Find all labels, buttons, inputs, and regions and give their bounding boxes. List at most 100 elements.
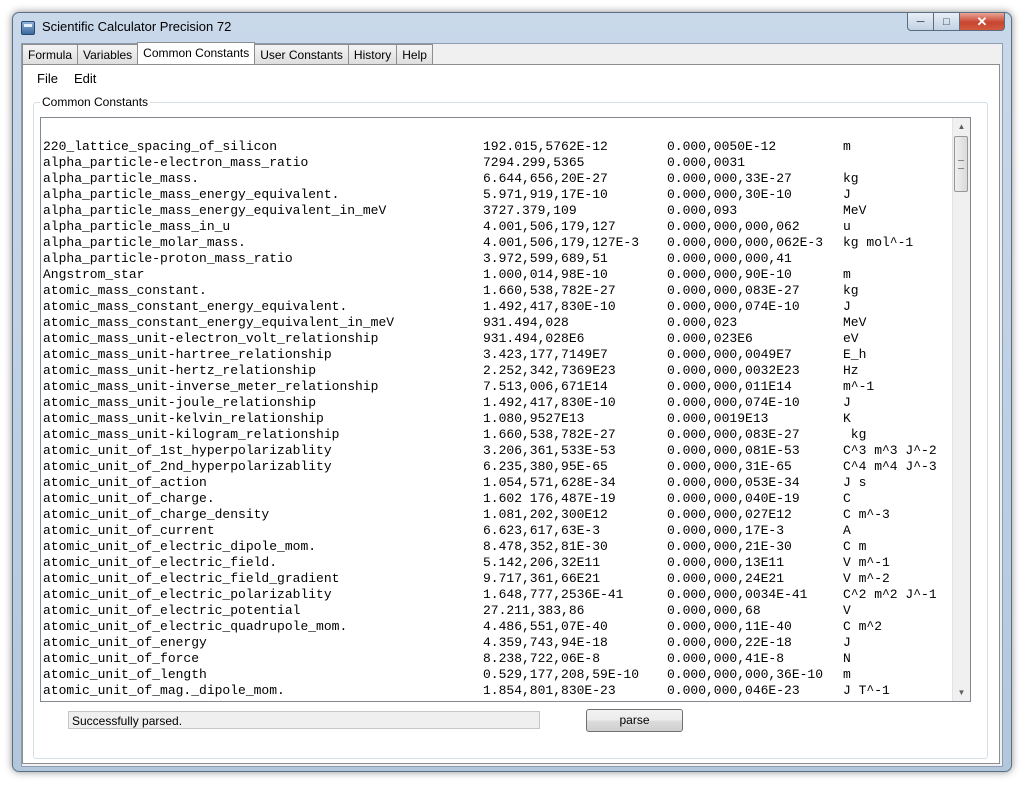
constant-value: 3.972,599,689,51 [483,251,608,266]
constant-uncertainty: 0.000,000,21E-30 [667,539,792,554]
constant-unit: A [843,523,851,538]
constant-unit: kg [843,283,859,298]
tab-history[interactable]: History [347,44,398,64]
constant-name: atomic_unit_of_1st_hyperpolarizablity [43,443,332,458]
constant-uncertainty: 0.000,000,22E-18 [667,635,792,650]
tab-help[interactable]: Help [396,44,433,64]
constant-uncertainty: 0.000,000,0049E7 [667,347,792,362]
tab-formula[interactable]: Formula [22,44,79,64]
constant-row: atomic_mass_unit-kelvin_relationship 1.08… [43,411,953,427]
constant-uncertainty: 0.000,023 [667,315,738,330]
constant-row: Angstrom_star 1.000,014,98E-10 0.000,000,9… [43,267,953,283]
constant-uncertainty: 0.000,0019E13 [667,411,769,426]
tab-user-constants[interactable]: User Constants [254,44,349,64]
constant-row: atomic_mass_unit-hartree_relationship 3.4… [43,347,953,363]
constant-name: atomic_unit_of_charge_density [43,507,270,522]
tab-variables[interactable]: Variables [77,44,139,64]
constant-row: atomic_unit_of_electric_polarizablity 1.6… [43,587,953,603]
constant-uncertainty: 0.000,000,000,062E-3 [667,235,824,250]
tab-common-constants[interactable]: Common Constants [137,42,256,64]
constant-row: atomic_mass_unit-kilogram_relationship 1.… [43,427,953,443]
constant-row: atomic_mass_unit-hertz_relationship 2.252… [43,363,953,379]
vertical-scrollbar[interactable]: ▲ ▼ [952,118,970,701]
constant-value: 1.000,014,98E-10 [483,267,608,282]
constant-value: 8.238,722,06E-8 [483,651,601,666]
constant-name: atomic_mass_unit-inverse_meter_relations… [43,379,379,394]
constant-value: 3.206,361,533E-53 [483,443,616,458]
constant-unit: K [843,411,851,426]
chevron-up-icon[interactable]: ▲ [953,118,970,135]
maximize-button[interactable]: □ [934,13,960,31]
constant-row: alpha_particle_mass_energy_equivalent_in… [43,203,953,219]
constant-uncertainty: 0.000,000,011E14 [667,379,792,394]
constant-name: atomic_mass_unit-hartree_relationship [43,347,332,362]
constant-unit: N [843,651,851,666]
menu-file[interactable]: File [29,69,66,89]
constants-textbox[interactable]: 220_lattice_spacing_of_silicon 192.015,57… [40,117,971,702]
constant-row: atomic_unit_of_electric_field. 5.142,206,… [43,555,953,571]
constant-uncertainty: 0.000,000,31E-65 [667,459,792,474]
constant-value: 1.854,801,830E-23 [483,683,616,698]
constant-name: Angstrom_star [43,267,145,282]
constant-uncertainty: 0.000,000,083E-27 [667,427,800,442]
constant-value: 5.971,919,17E-10 [483,187,608,202]
constant-unit: C m^-3 [843,507,890,522]
parse-button[interactable]: parse [586,709,683,732]
constant-name: alpha_particle_mass_in_u [43,219,231,234]
minimize-button[interactable]: ─ [907,13,934,31]
constant-value: 1.054,571,628E-34 [483,475,616,490]
constant-row: atomic_unit_of_electric_quadrupole_mom. 4… [43,619,953,635]
constant-value: 3.423,177,7149E7 [483,347,608,362]
constant-value: 1.492,417,830E-10 [483,299,616,314]
constant-name: atomic_unit_of_length [43,667,207,682]
constant-uncertainty: 0.000,000,083E-27 [667,283,800,298]
constant-unit: MeV [843,315,867,330]
constant-row: atomic_unit_of_electric_dipole_mom. 8.478… [43,539,953,555]
constant-uncertainty: 0.000,000,053E-34 [667,475,800,490]
constant-unit: C^3 m^3 J^-2 [843,443,937,458]
constant-row: atomic_mass_unit-joule_relationship 1.492… [43,395,953,411]
constant-name: alpha_particle_mass_energy_equivalent. [43,187,340,202]
constant-unit: m [843,267,851,282]
constant-name: atomic_mass_unit-hertz_relationship [43,363,317,378]
constant-name: atomic_mass_unit-kelvin_relationship [43,411,324,426]
constant-row: alpha_particle_mass_in_u 4.001,506,179,12… [43,219,953,235]
constant-uncertainty: 0.000,000,074E-10 [667,299,800,314]
constant-name: atomic_unit_of_mag._dipole_mom. [43,683,285,698]
constant-value: 931.494,028E6 [483,331,585,346]
title-bar[interactable]: Scientific Calculator Precision 72 ─ □ ✕ [13,13,1011,43]
scrollbar-thumb[interactable] [954,136,968,192]
constant-row: atomic_mass_unit-inverse_meter_relations… [43,379,953,395]
tab-strip: Formula Variables Common Constants User … [22,42,433,65]
constant-unit: V [843,603,851,618]
constant-row: atomic_unit_of_2nd_hyperpolarizablity 6.2… [43,459,953,475]
constant-uncertainty: 0.000,000,040E-19 [667,491,800,506]
constant-uncertainty: 0.000,000,000,062 [667,219,800,234]
constant-value: 4.486,551,07E-40 [483,619,608,634]
constant-name: 220_lattice_spacing_of_silicon [43,139,278,154]
constant-row: atomic_unit_of_charge_density 1.081,202,3… [43,507,953,523]
constant-value: 1.602 176,487E-19 [483,491,616,506]
constant-row: alpha_particle_mass_energy_equivalent. 5.… [43,187,953,203]
constant-value: 1.081,202,300E12 [483,507,608,522]
constant-unit: C [843,491,851,506]
constant-unit: kg [843,171,859,186]
menu-edit[interactable]: Edit [66,69,104,89]
constant-name: atomic_unit_of_electric_quadrupole_mom. [43,619,348,634]
constant-row: atomic_unit_of_mag._dipole_mom. 1.854,801… [43,683,953,699]
chevron-down-icon[interactable]: ▼ [953,684,970,701]
constant-name: atomic_unit_of_electric_field_gradient [43,571,340,586]
constant-unit: C m^2 [843,619,883,634]
constant-name: alpha_particle_molar_mass. [43,235,246,250]
close-button[interactable]: ✕ [960,13,1005,31]
constant-unit: J T^-1 [843,683,890,698]
window-title: Scientific Calculator Precision 72 [42,19,232,34]
constant-row: alpha_particle_molar_mass. 4.001,506,179,… [43,235,953,251]
constant-uncertainty: 0.000,000,027E12 [667,507,792,522]
constant-unit: J [843,395,851,410]
constant-uncertainty: 0.000,000,30E-10 [667,187,792,202]
constant-row: alpha_particle-electron_mass_ratio 7294.2… [43,155,953,171]
constant-value: 7294.299,5365 [483,155,585,170]
constant-uncertainty: 0.000,000,0032E23 [667,363,800,378]
constant-uncertainty: 0.000,000,000,41 [667,251,792,266]
